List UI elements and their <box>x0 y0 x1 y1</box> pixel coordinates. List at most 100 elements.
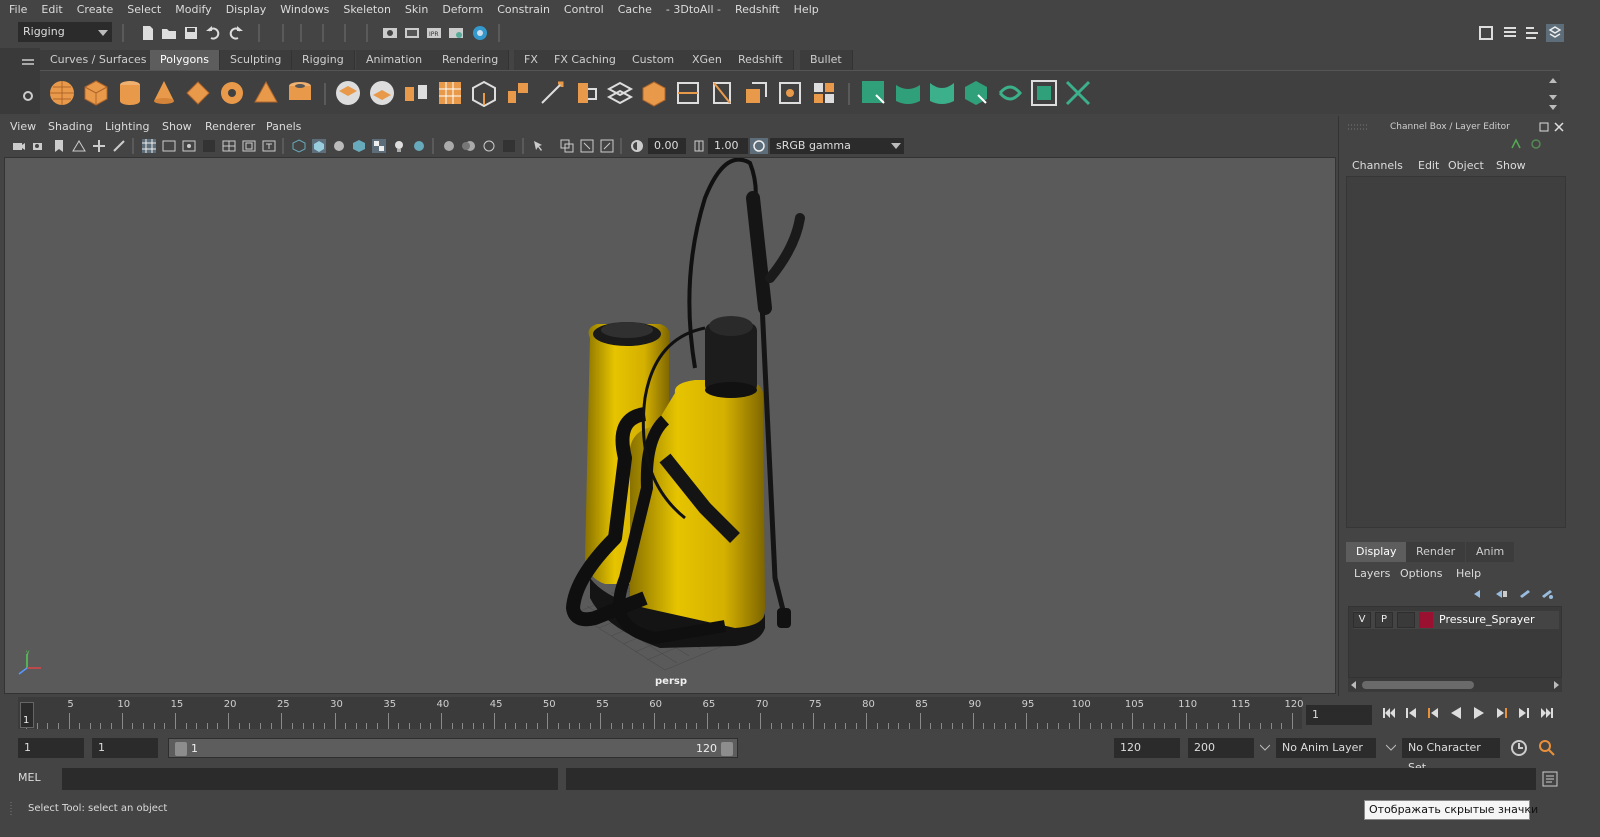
scroll-right-icon[interactable] <box>1552 681 1560 689</box>
uv-editor-icon[interactable] <box>708 79 736 107</box>
play-backwards-icon[interactable] <box>1448 705 1464 721</box>
viewport-menu-shading[interactable]: Shading <box>48 118 93 136</box>
animation-start-field[interactable]: 1 <box>18 738 84 758</box>
menu-skeleton[interactable]: Skeleton <box>336 0 398 20</box>
poly-plane-icon[interactable] <box>184 79 212 107</box>
2d-pan-zoom-icon[interactable] <box>92 139 106 153</box>
menu-edit[interactable]: Edit <box>34 0 69 20</box>
film-gate-icon[interactable] <box>162 139 176 153</box>
new-empty-layer-icon[interactable] <box>1518 588 1532 600</box>
layer-playback-toggle[interactable]: P <box>1375 612 1393 628</box>
poly-sphere-icon[interactable] <box>48 79 76 107</box>
undo-icon[interactable] <box>205 25 221 41</box>
script-editor-icon[interactable] <box>1542 771 1558 787</box>
current-time-indicator[interactable]: 1 <box>20 702 34 728</box>
viewport-persp[interactable]: y persp <box>4 157 1336 694</box>
shelf-tab-curves-surfaces[interactable]: Curves / Surfaces <box>40 50 158 70</box>
menu-create[interactable]: Create <box>70 0 121 20</box>
color-space-dropdown[interactable]: sRGB gamma <box>770 138 904 154</box>
channel-box-toggle-icon[interactable] <box>1546 24 1564 42</box>
exposure-icon[interactable] <box>630 139 644 153</box>
channel-box-attr-icon[interactable] <box>1510 138 1522 150</box>
camera-attributes-icon[interactable] <box>32 139 46 153</box>
save-scene-icon[interactable] <box>183 25 199 41</box>
poly-pipe-icon[interactable] <box>286 79 314 107</box>
channel-box-menu-channels[interactable]: Channels <box>1352 156 1403 176</box>
layout-uv-icon[interactable] <box>810 79 838 107</box>
shelf-tab-polygons[interactable]: Polygons <box>150 50 220 70</box>
shelf-tab-rendering[interactable]: Rendering <box>432 50 510 70</box>
shelf-scroll-arrows-icon[interactable] <box>1548 75 1558 111</box>
animation-end-field[interactable]: 200 <box>1188 738 1254 758</box>
gate-mask-icon[interactable] <box>202 139 216 153</box>
attribute-editor-icon[interactable] <box>1502 25 1518 41</box>
shelf-tab-fx-caching[interactable]: FX Caching <box>544 50 627 70</box>
separate-icon[interactable] <box>368 79 396 107</box>
extract-icon[interactable] <box>402 79 430 107</box>
gear-icon[interactable] <box>22 90 34 102</box>
gamma-field[interactable]: 1.00 <box>708 138 748 154</box>
layer-editor-menu-options[interactable]: Options <box>1400 564 1442 584</box>
xray-icon[interactable] <box>560 139 574 153</box>
safe-action-icon[interactable] <box>242 139 256 153</box>
image-plane-icon[interactable] <box>72 139 86 153</box>
bevel-icon[interactable] <box>640 79 668 107</box>
xray-joints-icon[interactable] <box>580 139 594 153</box>
chevron-down-icon[interactable] <box>1260 744 1270 752</box>
grid-toggle-icon[interactable] <box>142 139 156 153</box>
bridge-icon[interactable] <box>606 79 634 107</box>
shelf-tab-rigging[interactable]: Rigging <box>292 50 355 70</box>
menu-display[interactable]: Display <box>219 0 274 20</box>
step-back-frame-icon[interactable] <box>1425 705 1441 721</box>
channel-box-menu-object[interactable]: Object <box>1448 156 1484 176</box>
plugin-tool-3-icon[interactable] <box>928 79 956 107</box>
anti-aliasing-icon[interactable] <box>482 139 496 153</box>
drag-handle-icon[interactable] <box>1348 122 1368 132</box>
time-slider[interactable]: 5 10 15 20 25 30 35 40 45 50 55 60 65 70 75 80 85 90 95 100… <box>18 697 1304 729</box>
automatic-uv-icon[interactable] <box>742 79 770 107</box>
poly-cylinder-icon[interactable] <box>116 79 144 107</box>
color-management-icon[interactable] <box>750 138 768 154</box>
range-slider[interactable]: 1 120 <box>168 738 738 758</box>
poly-torus-icon[interactable] <box>218 79 246 107</box>
character-set-dropdown[interactable]: No Character Set <box>1402 738 1500 774</box>
camera-icon[interactable] <box>12 139 26 153</box>
shelf-tab-bullet[interactable]: Bullet <box>800 50 853 70</box>
plugin-tool-5-icon[interactable] <box>996 79 1024 107</box>
menu-cache[interactable]: Cache <box>611 0 659 20</box>
poly-pyramid-icon[interactable] <box>252 79 280 107</box>
exposure-field[interactable]: 0.00 <box>648 138 686 154</box>
smooth-icon[interactable] <box>436 79 464 107</box>
layer-editor-menu-help[interactable]: Help <box>1456 564 1481 584</box>
channel-box-menu-edit[interactable]: Edit <box>1418 156 1439 176</box>
new-scene-icon[interactable] <box>140 25 156 41</box>
render-view-icon[interactable] <box>382 25 398 41</box>
new-layer-from-selection-icon[interactable] <box>1540 588 1554 600</box>
step-back-key-icon[interactable] <box>1403 705 1419 721</box>
menu-select[interactable]: Select <box>120 0 168 20</box>
layer-editor-tab-render[interactable]: Render <box>1406 542 1466 562</box>
bookmark-icon[interactable] <box>52 139 66 153</box>
poly-cone-icon[interactable] <box>150 79 178 107</box>
extrude-icon[interactable] <box>504 79 532 107</box>
channel-box-attributes[interactable] <box>1346 176 1566 528</box>
screen-space-ao-icon[interactable] <box>442 139 456 153</box>
step-forward-frame-icon[interactable] <box>1494 705 1510 721</box>
shelf-menu-icon[interactable] <box>22 58 34 68</box>
command-input[interactable] <box>62 768 558 790</box>
viewport-menu-view[interactable]: View <box>10 118 36 136</box>
plugin-tool-1-icon[interactable] <box>860 79 888 107</box>
menu-deform[interactable]: Deform <box>435 0 490 20</box>
default-material-icon[interactable] <box>332 139 346 153</box>
scrollbar-thumb[interactable] <box>1362 681 1474 689</box>
plugin-tool-7-icon[interactable] <box>1064 79 1092 107</box>
auto-key-icon[interactable] <box>1510 739 1528 757</box>
poly-cube-icon[interactable] <box>82 79 110 107</box>
shelf-tab-xgen[interactable]: XGen <box>682 50 733 70</box>
unfold-uv-icon[interactable] <box>776 79 804 107</box>
modeling-toolkit-icon[interactable] <box>1478 25 1494 41</box>
gamma-icon[interactable] <box>692 139 706 153</box>
range-end-handle[interactable] <box>721 742 733 756</box>
animation-preferences-icon[interactable] <box>1538 739 1556 757</box>
smooth-shade-icon[interactable] <box>312 139 326 153</box>
